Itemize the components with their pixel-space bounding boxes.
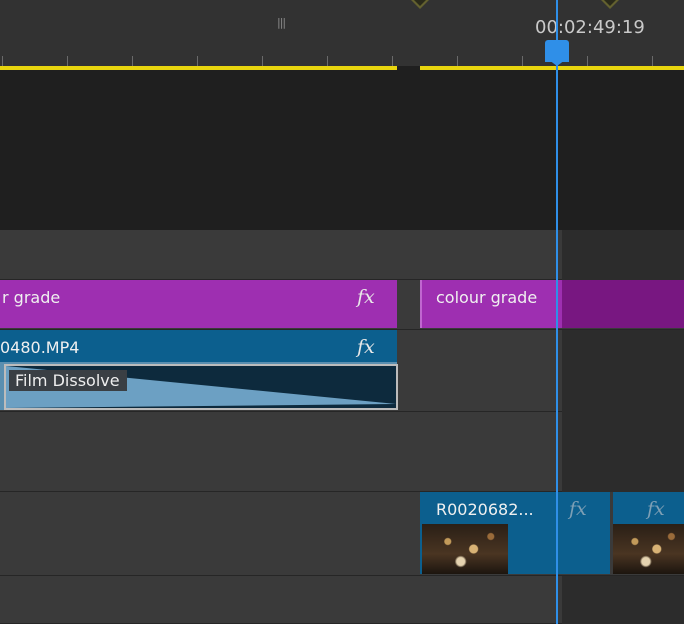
ruler-tick	[327, 56, 328, 66]
marker-icon[interactable]	[411, 0, 429, 9]
clip-thumbnail	[613, 524, 684, 574]
video-clip-r0020682[interactable]: R0020682... fx	[420, 492, 610, 574]
ruler-grip-handle[interactable]: |||	[277, 16, 286, 30]
clip-label: colour grade	[436, 288, 538, 307]
fx-icon[interactable]: fx	[569, 498, 587, 520]
ruler-tick	[652, 56, 653, 66]
playhead-line-top	[556, 0, 558, 40]
ruler-tick	[587, 56, 588, 66]
clip-label: r grade	[2, 288, 61, 307]
transition-label: Film Dissolve	[9, 370, 127, 391]
adjustment-clip-right[interactable]: colour grade	[420, 280, 564, 328]
track-region	[562, 230, 684, 280]
fx-icon[interactable]: fx	[357, 286, 375, 308]
ruler-tick	[132, 56, 133, 66]
fx-icon[interactable]: fx	[647, 498, 665, 520]
ruler-tick	[522, 56, 523, 66]
track-region	[562, 576, 684, 624]
marker-icon[interactable]	[601, 0, 619, 9]
track-region	[562, 330, 684, 412]
playhead-handle[interactable]	[545, 40, 569, 66]
playhead-line	[556, 60, 558, 624]
ruler-tick	[2, 56, 3, 66]
video-clip-mp4[interactable]: 0480.MP4 fx	[0, 330, 397, 362]
playhead-timecode: 00:02:49:19	[535, 17, 645, 38]
clip-label: 0480.MP4	[0, 338, 80, 357]
adjustment-clip-right-extension[interactable]	[562, 280, 684, 328]
ruler-tick	[67, 56, 68, 66]
fx-icon[interactable]: fx	[357, 336, 375, 358]
ruler-tick	[197, 56, 198, 66]
ruler-tick	[262, 56, 263, 66]
empty-track-area	[0, 70, 684, 230]
ruler-tick	[392, 56, 393, 66]
film-dissolve-transition[interactable]: Film Dissolve	[4, 364, 398, 410]
adjustment-clip-left[interactable]: r grade fx	[0, 280, 397, 328]
ruler-tick	[457, 56, 458, 66]
track-region	[562, 412, 684, 492]
video-clip-next[interactable]: fx	[611, 492, 684, 574]
clip-label: R0020682...	[436, 500, 534, 519]
clip-thumbnail	[422, 524, 508, 574]
